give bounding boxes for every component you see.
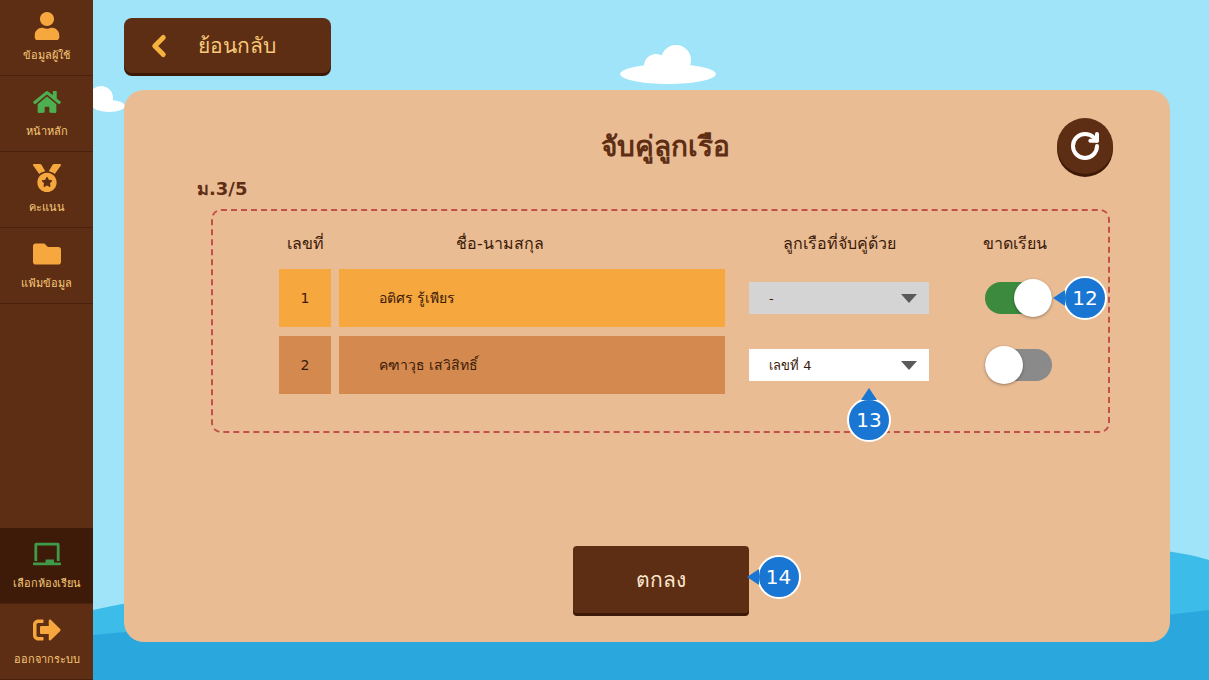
- back-label: ย้อนกลับ: [198, 29, 276, 62]
- callout-badge: 13: [847, 398, 891, 442]
- column-header: ขาดเรียน: [921, 231, 1108, 260]
- column-header: เลขที่: [279, 231, 331, 260]
- number-cell: 2: [279, 336, 331, 394]
- sidebar-item[interactable]: ข้อมูลผู้ใช้: [0, 0, 93, 76]
- absent-cell: 12: [921, 282, 1108, 314]
- sidebar-item[interactable]: เลือกห้องเรียน: [0, 528, 93, 604]
- absent-toggle[interactable]: 12: [985, 282, 1052, 314]
- absent-toggle[interactable]: [985, 349, 1052, 381]
- caret-down-icon: [901, 361, 917, 370]
- name-cell: อติศร รู้เพียร: [339, 269, 725, 327]
- back-button[interactable]: ย้อนกลับ: [124, 18, 331, 73]
- sidebar: ข้อมูลผู้ใช้หน้าหลักคะแนนแฟ้มข้อมูลเลือก…: [0, 0, 93, 680]
- refresh-button[interactable]: [1057, 118, 1113, 174]
- sidebar-label: เลือกห้องเรียน: [13, 574, 81, 592]
- user-icon: [33, 12, 61, 40]
- sidebar-label: ออกจากระบบ: [14, 650, 80, 668]
- sidebar-item[interactable]: แฟ้มข้อมูล: [0, 228, 93, 304]
- sidebar-item[interactable]: คะแนน: [0, 152, 93, 228]
- panel-footer: ตกลง14: [197, 546, 1110, 613]
- sidebar-item[interactable]: ออกจากระบบ: [0, 604, 93, 680]
- medal-icon: [33, 164, 61, 192]
- sidebar-label: แฟ้มข้อมูล: [21, 274, 72, 292]
- cloud-icon: [93, 84, 125, 112]
- refresh-icon: [1069, 130, 1101, 162]
- callout-badge: 14: [757, 555, 801, 599]
- confirm-button[interactable]: ตกลง14: [573, 546, 749, 613]
- class-name: ม.3/5: [197, 174, 1110, 203]
- panel-title: จับคู่ลูกเรือ: [581, 124, 730, 168]
- app: ข้อมูลผู้ใช้หน้าหลักคะแนนแฟ้มข้อมูลเลือก…: [0, 0, 1209, 680]
- number-cell: 1: [279, 269, 331, 327]
- sidebar-item[interactable]: หน้าหลัก: [0, 76, 93, 152]
- sidebar-label: หน้าหลัก: [26, 122, 68, 140]
- toggle-knob: [985, 346, 1023, 384]
- cloud-icon: [618, 44, 718, 84]
- sidebar-top: ข้อมูลผู้ใช้หน้าหลักคะแนนแฟ้มข้อมูล: [0, 0, 93, 304]
- crew-pairing-panel: จับคู่ลูกเรือม.3/5 เลขที่ ชื่อ-นามสกุล ลูกเ…: [124, 90, 1170, 642]
- main-area: ย้อนกลับจับคู่ลูกเรือม.3/5 เลขที่ ชื่อ-นาม…: [93, 0, 1209, 680]
- name-cell: คฑาวุธ เสวิสิทธิ์: [339, 336, 725, 394]
- student-table: เลขที่ ชื่อ-นามสกุล ลูกเรือที่จับคู่ด้วยขา…: [211, 209, 1110, 433]
- column-header: ชื่อ-นามสกุล: [339, 231, 725, 260]
- sidebar-label: คะแนน: [29, 198, 65, 216]
- partner-select[interactable]: เลขที่ 413: [749, 349, 929, 381]
- sidebar-label: ข้อมูลผู้ใช้: [23, 46, 70, 64]
- callout-badge: 12: [1063, 276, 1107, 320]
- partner-select: -: [749, 282, 929, 314]
- classroom-icon: [33, 540, 61, 568]
- column-header: ลูกเรือที่จับคู่ด้วย: [749, 231, 929, 260]
- chevron-left-icon: [142, 29, 176, 63]
- logout-icon: [33, 616, 61, 644]
- sidebar-bottom: เลือกห้องเรียนออกจากระบบ: [0, 528, 93, 680]
- toggle-knob: [1014, 279, 1052, 317]
- home-icon: [33, 88, 61, 116]
- caret-down-icon: [901, 294, 917, 303]
- panel-header: จับคู่ลูกเรือ: [197, 118, 1113, 174]
- folder-icon: [33, 240, 61, 268]
- absent-cell: [921, 349, 1108, 381]
